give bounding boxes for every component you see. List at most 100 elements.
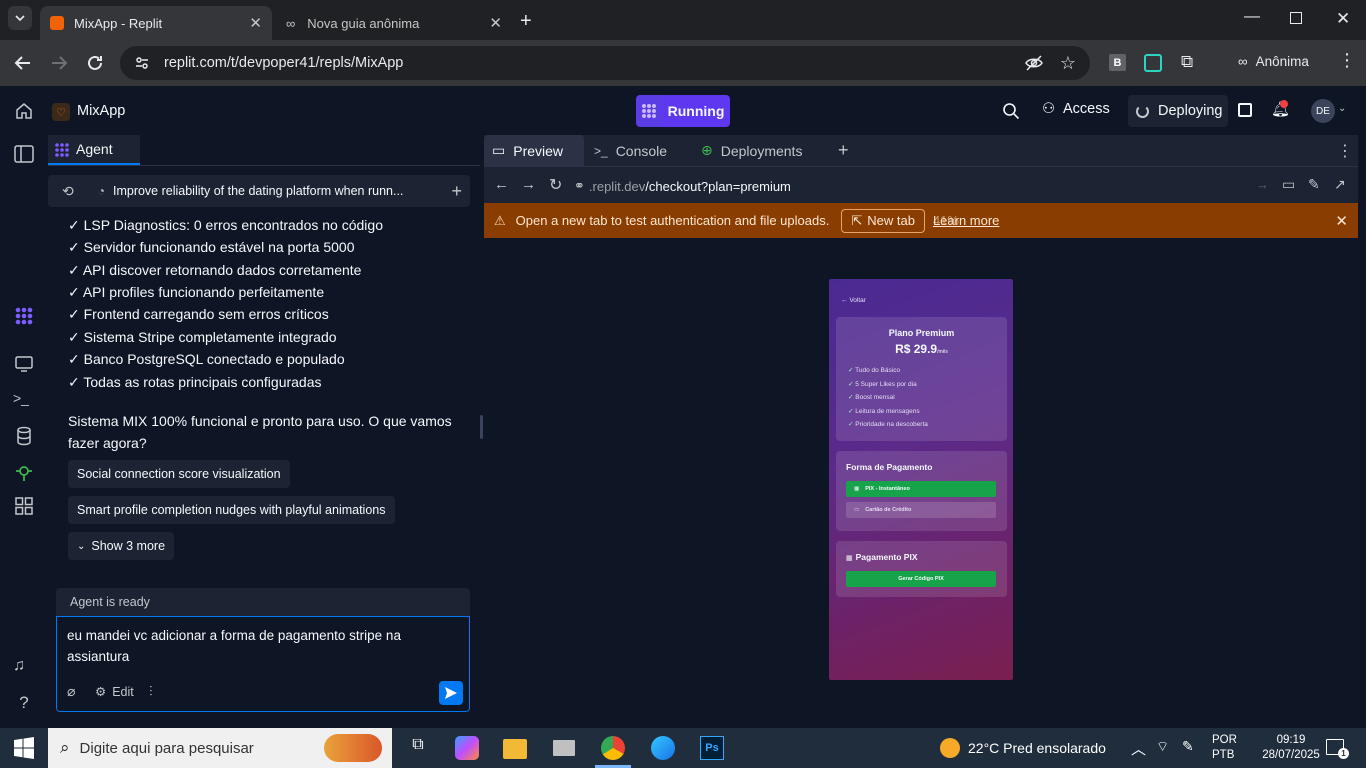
feature-item: 5 Super Likes por dia [848, 380, 916, 388]
send-button[interactable] [439, 681, 463, 705]
tab-agent[interactable]: Agent [48, 135, 140, 165]
window-close-button[interactable]: ✕ [1336, 9, 1350, 29]
clock[interactable]: 09:19 28/07/2025 [1254, 733, 1328, 763]
tab-incognito[interactable]: ∞ Nova guia anônima ✕ [276, 6, 512, 40]
back-link[interactable]: ← Voltar [841, 297, 866, 304]
tab-console[interactable]: >_ Console [594, 135, 667, 166]
panel-resize-handle[interactable] [480, 415, 483, 439]
file-explorer-icon[interactable] [503, 739, 527, 759]
input-language[interactable]: POR PTB [1212, 733, 1237, 763]
devices-icon[interactable]: ▭ [1282, 176, 1295, 193]
pix-icon: ▦ [854, 486, 860, 492]
reload-icon[interactable] [84, 52, 106, 74]
credit-card-icon: ▭ [854, 507, 860, 513]
mail-icon[interactable] [553, 740, 575, 756]
photoshop-icon[interactable]: Ps [700, 736, 724, 760]
webview-icon[interactable] [13, 353, 35, 375]
profile-label: Anônima [1255, 54, 1309, 69]
console-icon: >_ [594, 143, 608, 158]
close-icon[interactable]: ✕ [249, 14, 262, 32]
reload-icon[interactable]: ↻ [549, 175, 562, 195]
thread-bar[interactable]: ⟲ ◔ Improve reliability of the dating pl… [48, 175, 470, 207]
tab-title: Nova guia anônima [307, 15, 420, 31]
database-icon[interactable] [13, 425, 35, 447]
pix-option-button[interactable]: ▦ PIX - Instantâneo [846, 481, 996, 497]
list-item: ✓ API profiles funcionando perfeitamente [68, 284, 325, 300]
tab-mixapp[interactable]: MixApp - Replit ✕ [40, 6, 272, 40]
settings-sliders-icon[interactable]: ⫶ [149, 683, 153, 700]
show-more-button[interactable]: ⌄ Show 3 more [68, 532, 175, 560]
bookmark-star-icon[interactable]: ☆ [1060, 53, 1076, 74]
agent-icon[interactable] [13, 305, 35, 327]
pen-icon[interactable]: ✎ [1182, 738, 1194, 755]
sidebar-toggle-icon[interactable] [13, 143, 35, 165]
browser-toolbar: replit.com/t/devpoper41/repls/MixApp ☆ B… [0, 40, 1366, 86]
new-tab-button[interactable]: ⇱ New tab [841, 208, 925, 233]
warning-icon: ⚠ [494, 212, 506, 228]
eye-off-icon[interactable] [1024, 54, 1044, 72]
add-tab-button[interactable]: + [838, 135, 849, 166]
all-tools-icon[interactable] [13, 495, 35, 517]
extensions-puzzle-icon[interactable]: ⧉ [1181, 52, 1193, 72]
attach-paperclip-icon[interactable]: ⌀ [67, 683, 75, 700]
learn-more-link[interactable]: Learn more 41% [933, 213, 999, 228]
deploying-button[interactable]: Deploying [1128, 95, 1228, 127]
new-tab-button[interactable]: + [520, 10, 532, 33]
edge-icon[interactable] [651, 736, 675, 760]
history-icon[interactable]: ⟲ [62, 183, 74, 200]
site-info-icon[interactable] [134, 55, 150, 71]
generate-pix-button[interactable]: Gerar Código PIX [846, 571, 996, 587]
search-icon[interactable] [1002, 102, 1020, 120]
tab-preview[interactable]: ▭ Preview [484, 135, 584, 166]
extension-green-icon[interactable] [1144, 54, 1162, 72]
close-icon[interactable]: ✕ [1335, 212, 1348, 230]
extension-b-icon[interactable]: B [1109, 54, 1126, 71]
help-icon[interactable]: ? [13, 693, 35, 715]
app-name[interactable]: MixApp [77, 103, 125, 119]
forward-arrow-icon[interactable] [48, 52, 70, 74]
go-arrow-icon[interactable]: → [1256, 177, 1269, 192]
run-status-button[interactable]: Running [636, 95, 730, 127]
agent-input[interactable]: eu mandei vc adicionar a forma de pagame… [56, 616, 470, 712]
devtools-wrench-icon[interactable]: ✎ [1308, 176, 1320, 193]
git-icon[interactable] [13, 461, 35, 483]
layers-icon[interactable] [1238, 103, 1252, 117]
suggestion-chip[interactable]: Social connection score visualization [68, 460, 290, 488]
wifi-icon[interactable]: ⌔ [1156, 738, 1169, 756]
card-option-button[interactable]: ▭ Cartão de Crédito [846, 502, 996, 518]
chevron-up-icon[interactable]: ︿ [1131, 738, 1146, 759]
close-icon[interactable]: ✕ [489, 14, 502, 32]
task-view-icon[interactable]: ⧉ [406, 736, 430, 760]
avatar[interactable]: DE [1311, 99, 1335, 123]
console-icon[interactable]: >_ [13, 390, 35, 412]
preview-url[interactable]: ⚭ .replit.dev /checkout?plan=premium [574, 178, 791, 194]
chevron-down-icon[interactable]: ⌄ [1338, 103, 1346, 114]
more-options-icon[interactable]: ⋮ [1337, 135, 1353, 166]
taskbar-search[interactable]: ⌕ Digite aqui para pesquisar [48, 728, 392, 768]
back-arrow-icon[interactable] [12, 52, 34, 74]
weather-text[interactable]: 22°C Pred ensolarado [968, 740, 1106, 756]
suggestion-chip[interactable]: Smart profile completion nudges with pla… [68, 496, 395, 524]
forward-arrow-icon[interactable]: → [521, 176, 536, 193]
browser-menu-icon[interactable]: ⋮ [1338, 50, 1356, 71]
tab-deployments[interactable]: ⊕ Deployments [701, 135, 802, 166]
copilot-icon[interactable] [455, 736, 479, 760]
chrome-icon[interactable] [601, 736, 625, 760]
tab-search-button[interactable] [8, 6, 32, 30]
preview-url-bar: ← → ↻ ⚭ .replit.dev /checkout?plan=premi… [484, 171, 1358, 201]
minimize-button[interactable]: — [1244, 8, 1260, 26]
new-thread-icon[interactable]: + [451, 181, 462, 202]
pix-payment-card: ▦ Pagamento PIX Gerar Código PIX [836, 541, 1007, 597]
access-button[interactable]: ⚇ Access [1042, 101, 1110, 117]
search-placeholder: Digite aqui para pesquisar [79, 739, 254, 757]
open-external-icon[interactable]: ↗ [1334, 176, 1346, 193]
restore-button[interactable] [1290, 12, 1302, 24]
bell-icon[interactable]: ♫ [13, 657, 35, 679]
app-heart-icon: ♡ [52, 103, 70, 121]
edit-mode-button[interactable]: ⚙ Edit [95, 684, 134, 700]
back-arrow-icon[interactable]: ← [494, 176, 509, 193]
windows-start-icon[interactable] [12, 736, 36, 760]
incognito-profile[interactable]: ∞ Anônima [1238, 54, 1309, 69]
address-bar[interactable]: replit.com/t/devpoper41/repls/MixApp ☆ [120, 46, 1090, 80]
home-icon[interactable] [15, 102, 33, 120]
